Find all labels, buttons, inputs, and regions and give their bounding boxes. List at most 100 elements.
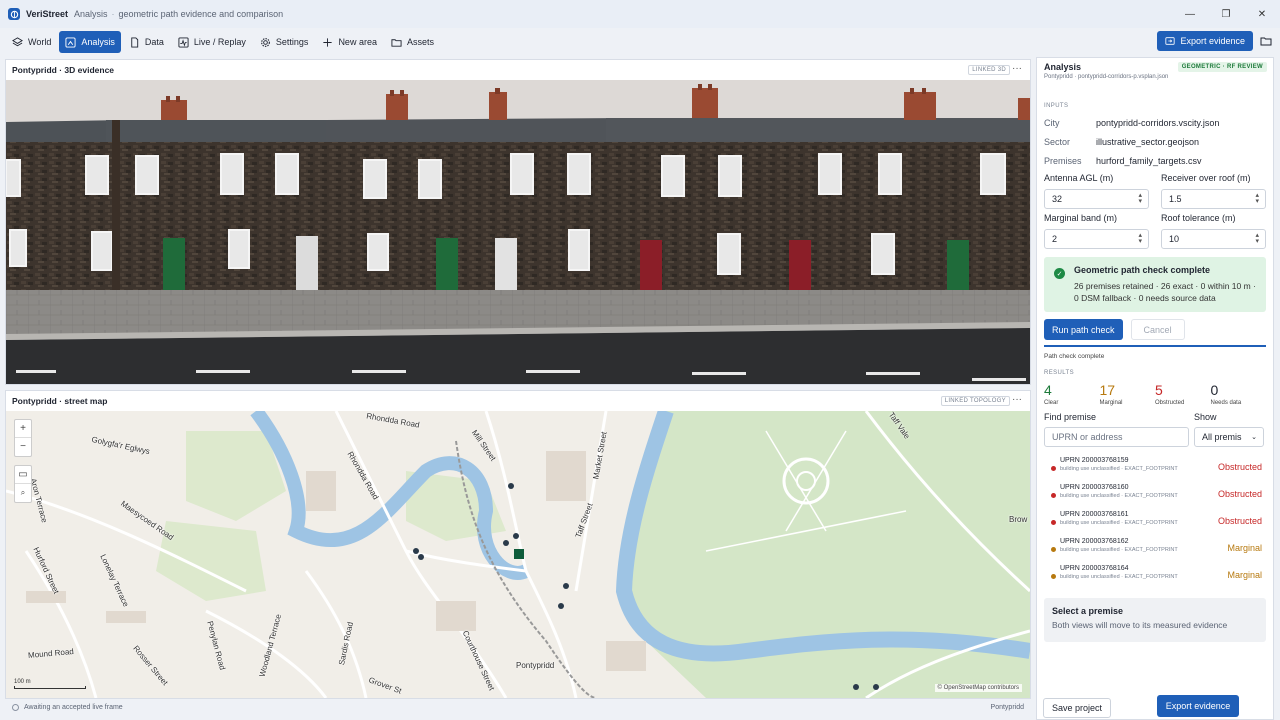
antenna-agl-value: 32 — [1052, 194, 1063, 204]
run-path-check-button[interactable]: Run path check — [1044, 319, 1123, 340]
premise-list-item[interactable]: UPRN 200003768162 building use unclassif… — [1044, 536, 1266, 563]
zoom-out-icon[interactable]: − — [15, 438, 31, 456]
tab-new-area-label: New area — [338, 37, 377, 47]
linked-3d-badge[interactable]: LINKED 3D — [968, 65, 1010, 75]
tab-live-replay-label: Live / Replay — [193, 37, 246, 47]
more-options-icon[interactable]: ··· — [1012, 63, 1022, 74]
result-title: Geometric path check complete — [1074, 265, 1211, 275]
tab-new-area[interactable]: New area — [316, 31, 383, 53]
input-value: hurford_family_targets.csv — [1096, 155, 1202, 166]
marginal-band-input[interactable]: 2 ▴ ▾ — [1044, 229, 1149, 249]
stepper-icon[interactable]: ▴ ▾ — [1255, 232, 1259, 245]
tab-live-replay[interactable]: Live / Replay — [172, 31, 252, 53]
save-project-button[interactable]: Save project — [1043, 698, 1112, 718]
stat-clear-label: Clear — [1044, 400, 1059, 406]
receiver-over-roof-input[interactable]: 1.5 ▴ ▾ — [1161, 189, 1266, 209]
tab-assets[interactable]: Assets — [385, 31, 440, 53]
map-label: Brow — [1009, 515, 1028, 524]
export-evidence-button[interactable]: Export evidence — [1157, 695, 1239, 717]
chevron-down-icon: ⌄ — [1251, 434, 1257, 441]
main-toolbar: World Analysis Data Live / Replay Settin… — [0, 28, 1280, 56]
premise-status: Obstructed — [1217, 516, 1262, 526]
gear-icon — [261, 37, 270, 47]
path-check-progress-bar — [1044, 345, 1266, 347]
window-controls: — ❐ ✕ — [1172, 0, 1280, 28]
premise-list-item[interactable]: UPRN 200003768159 building use unclassif… — [1044, 455, 1266, 482]
premise-list-item[interactable]: UPRN 200003768161 building use unclassif… — [1044, 509, 1266, 536]
marginal-band-value: 2 — [1052, 234, 1058, 244]
fit-view-icon[interactable]: ▭ — [15, 466, 31, 484]
input-city[interactable]: City pontypridd-corridors.vscity.json — [1044, 113, 1266, 132]
input-sector[interactable]: Sector illustrative_sector.geojson — [1044, 132, 1266, 151]
map-more-options-icon[interactable]: ··· — [1012, 394, 1022, 405]
input-premises[interactable]: Premises hurford_family_targets.csv — [1044, 151, 1266, 170]
tab-settings-label: Settings — [275, 37, 309, 47]
result-detail: 26 premises retained · 26 exact · 0 with… — [1074, 281, 1256, 303]
show-filter-value: All premis — [1202, 432, 1242, 442]
status-dot-icon — [1051, 520, 1056, 525]
tab-world[interactable]: World — [6, 31, 57, 53]
export-evidence-button-top[interactable]: Export evidence — [1157, 31, 1253, 51]
status-bar: Awaiting an accepted live frame Pontypri… — [0, 699, 1032, 715]
analysis-subtitle: Pontypridd · pontypridd-corridors-p.vspl… — [1044, 74, 1169, 80]
close-icon[interactable]: ✕ — [1244, 0, 1280, 28]
review-mode-badge: GEOMETRIC · RF REVIEW — [1177, 62, 1267, 72]
input-value: illustrative_sector.geojson — [1096, 136, 1200, 147]
minimize-icon[interactable]: — — [1172, 0, 1208, 28]
antenna-agl-input[interactable]: 32 ▴ ▾ — [1044, 189, 1149, 209]
cancel-button[interactable]: Cancel — [1130, 319, 1185, 340]
breadcrumb-section: Analysis — [74, 9, 108, 19]
check-circle-icon: ✓ — [1054, 268, 1065, 279]
street-3d-view[interactable] — [6, 80, 1030, 384]
plus-icon — [323, 37, 333, 47]
roof-tolerance-input[interactable]: 10 ▴ ▾ — [1161, 229, 1266, 249]
maximize-icon[interactable]: ❐ — [1208, 0, 1244, 28]
tab-data[interactable]: Data — [123, 31, 170, 53]
analysis-panel: Analysis Pontypridd · pontypridd-corrido… — [1036, 57, 1274, 720]
layers-icon — [12, 36, 23, 46]
status-dot-icon — [1051, 547, 1056, 552]
app-logo-icon — [8, 8, 20, 20]
stepper-icon[interactable]: ▴ ▾ — [1255, 192, 1259, 205]
panel-3d-evidence: Pontypridd · 3D evidence LINKED 3D ··· — [5, 59, 1031, 385]
premise-status: Marginal — [1227, 570, 1262, 580]
panel-street-map: Pontypridd · street map LINKED TOPOLOGY … — [5, 390, 1031, 699]
stat-marginal-label: Marginal — [1099, 400, 1123, 406]
input-value: pontypridd-corridors.vscity.json — [1096, 117, 1220, 128]
premise-search-placeholder: UPRN or address — [1052, 432, 1123, 442]
map-scale-bar: 100 m — [14, 679, 86, 689]
stat-needs-data-count: 0 — [1210, 382, 1219, 398]
premise-list-item[interactable]: UPRN 200003768160 building use unclassif… — [1044, 482, 1266, 509]
premise-list-item[interactable]: UPRN 200003768164 building use unclassif… — [1044, 563, 1266, 590]
panel-map-header: Pontypridd · street map — [6, 391, 1030, 411]
stepper-icon[interactable]: ▴ ▾ — [1138, 192, 1142, 205]
open-folder-icon[interactable] — [1260, 35, 1272, 47]
panel-map-title: Pontypridd · street map — [12, 396, 108, 406]
hint-detail: Both views will move to its measured evi… — [1052, 620, 1228, 630]
find-premise-label: Find premise — [1044, 412, 1097, 422]
stat-marginal[interactable]: 17 Marginal — [1100, 382, 1156, 406]
show-filter-select[interactable]: All premis ⌄ — [1194, 427, 1264, 447]
stat-clear-count: 4 — [1044, 382, 1052, 398]
street-map-view[interactable]: Rhondda Road Golygfa'r Eglwys Mill Stree… — [6, 411, 1030, 698]
stat-clear[interactable]: 4 Clear — [1044, 382, 1100, 406]
tab-analysis[interactable]: Analysis — [59, 31, 121, 53]
linked-topology-badge[interactable]: LINKED TOPOLOGY — [940, 396, 1010, 406]
marginal-band-label: Marginal band (m) — [1044, 213, 1118, 223]
input-key: Premises — [1044, 155, 1082, 166]
map-search-icon[interactable]: ⌕ — [15, 484, 31, 502]
map-tool-controls: ▭ ⌕ — [14, 465, 32, 503]
tab-world-label: World — [28, 37, 52, 47]
map-attribution[interactable]: © OpenStreetMap contributors — [934, 684, 1022, 692]
map-render — [6, 411, 1030, 698]
tab-settings[interactable]: Settings — [254, 31, 315, 53]
map-scale-label: 100 m — [14, 679, 31, 685]
stat-obstructed[interactable]: 5 Obstructed — [1155, 382, 1211, 406]
stat-needs-data[interactable]: 0 Needs data — [1211, 382, 1267, 406]
premise-search-input[interactable]: UPRN or address — [1044, 427, 1189, 447]
stepper-icon[interactable]: ▴ ▾ — [1138, 232, 1142, 245]
title-bar: VeriStreet Analysis · geometric path evi… — [0, 0, 1280, 28]
premises-list: UPRN 200003768159 building use unclassif… — [1044, 455, 1266, 590]
pulse-icon — [178, 36, 189, 48]
zoom-in-icon[interactable]: + — [15, 420, 31, 438]
